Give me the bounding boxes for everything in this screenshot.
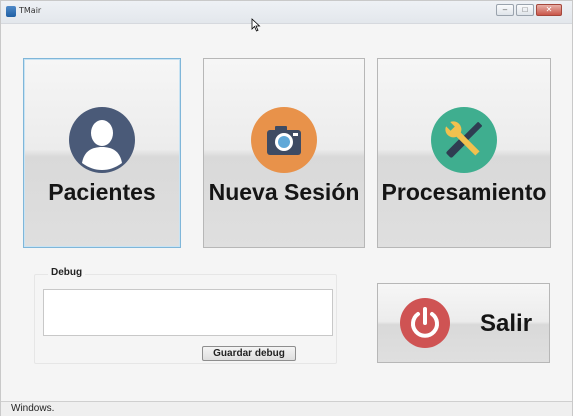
mouse-cursor-icon xyxy=(251,18,261,37)
nueva-sesion-button[interactable]: Nueva Sesión xyxy=(203,58,365,248)
power-icon xyxy=(400,298,450,348)
guardar-debug-button[interactable]: Guardar debug xyxy=(202,346,296,361)
window-controls: – □ ✕ xyxy=(496,4,562,16)
title-bar[interactable]: TMair – □ ✕ xyxy=(1,1,572,24)
salir-label: Salir xyxy=(480,310,533,337)
nueva-sesion-label: Nueva Sesión xyxy=(208,179,360,205)
maximize-button[interactable]: □ xyxy=(516,4,534,16)
user-avatar-icon xyxy=(69,107,135,173)
procesamiento-label: Procesamiento xyxy=(381,179,547,205)
pacientes-label: Pacientes xyxy=(48,179,156,205)
app-window: TMair – □ ✕ Pacientes Nueva Sesión Proce… xyxy=(0,0,573,416)
minimize-button[interactable]: – xyxy=(496,4,514,16)
salir-button[interactable]: Salir xyxy=(377,283,550,363)
window-title: TMair xyxy=(19,6,42,15)
procesamiento-button[interactable]: Procesamiento xyxy=(377,58,551,248)
pacientes-button[interactable]: Pacientes xyxy=(23,58,181,248)
camera-icon xyxy=(251,107,317,173)
debug-textbox[interactable] xyxy=(43,289,333,336)
app-icon xyxy=(6,6,16,17)
status-bar: Windows. xyxy=(1,401,572,416)
close-button[interactable]: ✕ xyxy=(536,4,562,16)
status-text: Windows. xyxy=(11,403,55,414)
debug-legend: Debug xyxy=(48,267,86,278)
wrench-screwdriver-icon xyxy=(431,107,497,173)
